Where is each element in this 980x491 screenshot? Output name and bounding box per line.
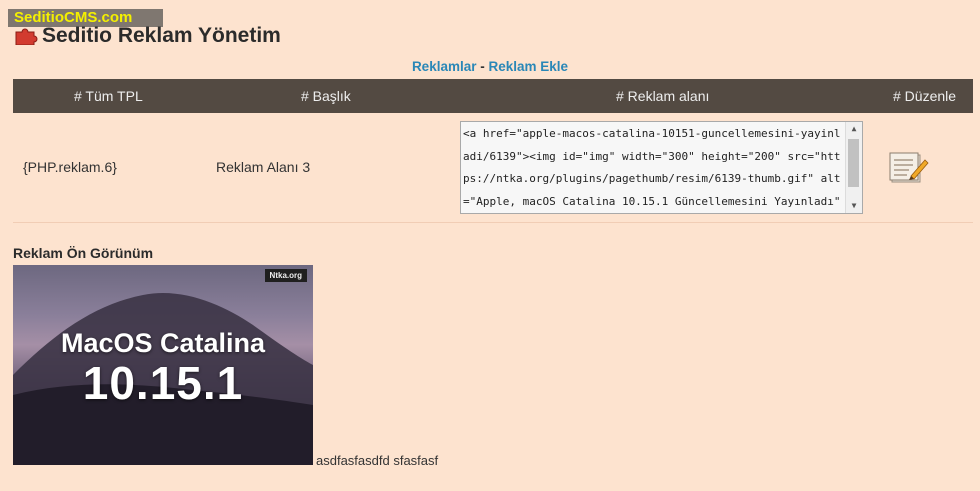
- preview-caption: asdfasfasdfd sfasfasf: [316, 453, 439, 468]
- image-version: 10.15.1: [82, 357, 244, 409]
- top-nav-links: Reklamlar - Reklam Ekle: [0, 59, 980, 74]
- image-headline: MacOS Catalina: [60, 328, 266, 358]
- row-tpl-cell: {PHP.reklam.6}: [23, 159, 117, 175]
- scroll-up-icon[interactable]: ▲: [846, 122, 862, 136]
- nav-separator: -: [476, 59, 489, 74]
- page-title: Seditio Reklam Yönetim: [14, 23, 281, 49]
- scroll-down-icon[interactable]: ▼: [846, 199, 862, 213]
- row-divider: [13, 222, 973, 223]
- column-header-tpl: # Tüm TPL: [74, 88, 143, 104]
- code-scrollbar[interactable]: ▲ ▼: [845, 122, 862, 213]
- preview-heading: Reklam Ön Görünüm: [13, 245, 154, 261]
- table-header: # Tüm TPL # Başlık # Reklam alanı # Düze…: [13, 79, 973, 113]
- preview-ad-image[interactable]: Ntka.org MacOS Catalina 10.15.1: [13, 265, 313, 465]
- page-title-text: Seditio Reklam Yönetim: [42, 24, 281, 47]
- image-watermark-badge: Ntka.org: [264, 269, 307, 282]
- nav-link-reklamlar[interactable]: Reklamlar: [412, 59, 477, 74]
- puzzle-piece-icon: [15, 28, 38, 45]
- ad-code-textarea[interactable]: <a href="apple-macos-catalina-10151-gunc…: [460, 121, 863, 214]
- column-header-edit: # Düzenle: [893, 88, 957, 104]
- row-title-cell: Reklam Alanı 3: [216, 159, 311, 175]
- nav-link-reklam-ekle[interactable]: Reklam Ekle: [488, 59, 568, 74]
- column-header-title: # Başlık: [301, 88, 351, 104]
- edit-document-icon[interactable]: [889, 150, 929, 184]
- ad-code-text: <a href="apple-macos-catalina-10151-gunc…: [463, 127, 841, 208]
- column-header-ad-area: # Reklam alanı: [616, 88, 710, 104]
- scroll-thumb[interactable]: [848, 139, 859, 187]
